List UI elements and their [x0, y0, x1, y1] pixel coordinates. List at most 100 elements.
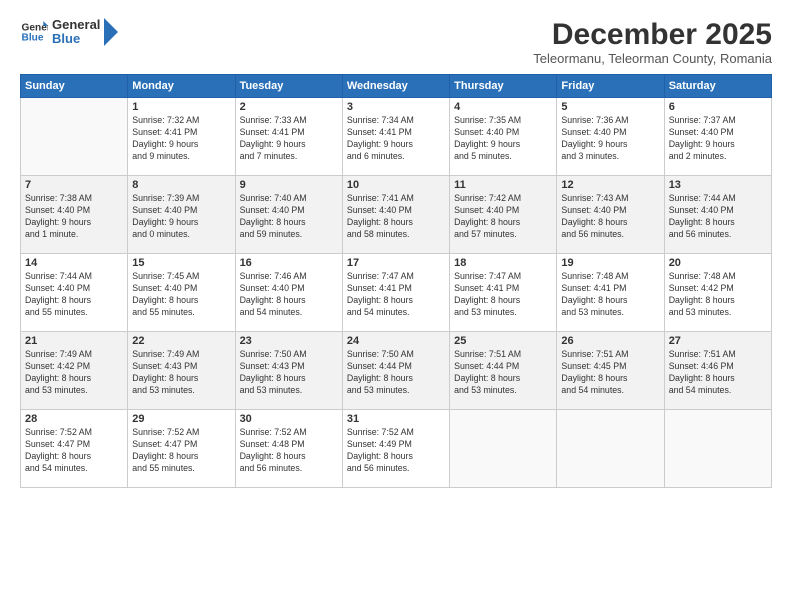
logo-arrow-icon [104, 18, 118, 46]
day-info: Sunrise: 7:42 AM Sunset: 4:40 PM Dayligh… [454, 193, 552, 241]
calendar-cell: 15 Sunrise: 7:45 AM Sunset: 4:40 PM Dayli… [128, 254, 235, 332]
calendar-cell: 4 Sunrise: 7:35 AM Sunset: 4:40 PM Daylig… [450, 98, 557, 176]
day-number: 1 [132, 101, 230, 113]
day-info: Sunrise: 7:51 AM Sunset: 4:45 PM Dayligh… [561, 349, 659, 397]
day-number: 14 [25, 257, 123, 269]
day-number: 6 [669, 101, 767, 113]
day-info: Sunrise: 7:41 AM Sunset: 4:40 PM Dayligh… [347, 193, 445, 241]
day-info: Sunrise: 7:50 AM Sunset: 4:43 PM Dayligh… [240, 349, 338, 397]
calendar-cell: 8 Sunrise: 7:39 AM Sunset: 4:40 PM Daylig… [128, 176, 235, 254]
day-number: 26 [561, 335, 659, 347]
calendar-cell: 27Sunrise: 7:51 AM Sunset: 4:46 PM Dayli… [664, 332, 771, 410]
day-number: 28 [25, 413, 123, 425]
day-info: Sunrise: 7:38 AM Sunset: 4:40 PM Dayligh… [25, 193, 123, 241]
calendar-header-friday: Friday [557, 75, 664, 98]
day-info: Sunrise: 7:44 AM Sunset: 4:40 PM Dayligh… [25, 271, 123, 319]
day-number: 8 [132, 179, 230, 191]
calendar-cell: 16Sunrise: 7:46 AM Sunset: 4:40 PM Dayli… [235, 254, 342, 332]
day-info: Sunrise: 7:50 AM Sunset: 4:44 PM Dayligh… [347, 349, 445, 397]
calendar-cell: 20 Sunrise: 7:48 AM Sunset: 4:42 PM Dayli… [664, 254, 771, 332]
day-number: 4 [454, 101, 552, 113]
day-number: 2 [240, 101, 338, 113]
title-block: December 2025 Teleormanu, Teleorman Coun… [533, 18, 772, 66]
calendar-header-sunday: Sunday [21, 75, 128, 98]
calendar-cell: 23 Sunrise: 7:50 AM Sunset: 4:43 PM Dayli… [235, 332, 342, 410]
day-number: 17 [347, 257, 445, 269]
calendar-week-4: 21 Sunrise: 7:49 AM Sunset: 4:42 PM Dayli… [21, 332, 772, 410]
calendar-cell: 3Sunrise: 7:34 AM Sunset: 4:41 PM Daylig… [342, 98, 449, 176]
day-number: 11 [454, 179, 552, 191]
day-info: Sunrise: 7:47 AM Sunset: 4:41 PM Dayligh… [454, 271, 552, 319]
day-info: Sunrise: 7:44 AM Sunset: 4:40 PM Dayligh… [669, 193, 767, 241]
day-number: 19 [561, 257, 659, 269]
day-number: 21 [25, 335, 123, 347]
calendar-cell [450, 410, 557, 488]
day-number: 23 [240, 335, 338, 347]
day-info: Sunrise: 7:51 AM Sunset: 4:46 PM Dayligh… [669, 349, 767, 397]
day-number: 18 [454, 257, 552, 269]
day-info: Sunrise: 7:52 AM Sunset: 4:48 PM Dayligh… [240, 427, 338, 475]
day-number: 9 [240, 179, 338, 191]
calendar-cell: 25 Sunrise: 7:51 AM Sunset: 4:44 PM Dayli… [450, 332, 557, 410]
day-info: Sunrise: 7:36 AM Sunset: 4:40 PM Dayligh… [561, 115, 659, 163]
calendar-header-monday: Monday [128, 75, 235, 98]
logo-general: General [52, 18, 100, 32]
calendar-cell: 18 Sunrise: 7:47 AM Sunset: 4:41 PM Dayli… [450, 254, 557, 332]
calendar-cell: 22Sunrise: 7:49 AM Sunset: 4:43 PM Dayli… [128, 332, 235, 410]
calendar-week-2: 7 Sunrise: 7:38 AM Sunset: 4:40 PM Daylig… [21, 176, 772, 254]
calendar-cell: 29 Sunrise: 7:52 AM Sunset: 4:47 PM Dayli… [128, 410, 235, 488]
day-number: 24 [347, 335, 445, 347]
calendar-cell: 14 Sunrise: 7:44 AM Sunset: 4:40 PM Dayli… [21, 254, 128, 332]
day-number: 25 [454, 335, 552, 347]
subtitle: Teleormanu, Teleorman County, Romania [533, 51, 772, 66]
day-info: Sunrise: 7:52 AM Sunset: 4:47 PM Dayligh… [132, 427, 230, 475]
day-info: Sunrise: 7:48 AM Sunset: 4:42 PM Dayligh… [669, 271, 767, 319]
day-number: 7 [25, 179, 123, 191]
day-number: 5 [561, 101, 659, 113]
day-number: 13 [669, 179, 767, 191]
day-number: 12 [561, 179, 659, 191]
day-info: Sunrise: 7:51 AM Sunset: 4:44 PM Dayligh… [454, 349, 552, 397]
day-number: 15 [132, 257, 230, 269]
calendar-cell: 9 Sunrise: 7:40 AM Sunset: 4:40 PM Daylig… [235, 176, 342, 254]
day-number: 20 [669, 257, 767, 269]
logo-icon: General Blue [20, 18, 48, 46]
day-info: Sunrise: 7:37 AM Sunset: 4:40 PM Dayligh… [669, 115, 767, 163]
calendar-header-tuesday: Tuesday [235, 75, 342, 98]
calendar-cell [557, 410, 664, 488]
calendar-week-5: 28 Sunrise: 7:52 AM Sunset: 4:47 PM Dayli… [21, 410, 772, 488]
calendar-week-1: 1 Sunrise: 7:32 AM Sunset: 4:41 PM Daylig… [21, 98, 772, 176]
calendar-cell [21, 98, 128, 176]
day-info: Sunrise: 7:32 AM Sunset: 4:41 PM Dayligh… [132, 115, 230, 163]
day-number: 22 [132, 335, 230, 347]
day-info: Sunrise: 7:47 AM Sunset: 4:41 PM Dayligh… [347, 271, 445, 319]
main-container: General Blue General Blue December 2025 … [0, 0, 792, 498]
day-number: 30 [240, 413, 338, 425]
calendar-header-saturday: Saturday [664, 75, 771, 98]
day-info: Sunrise: 7:45 AM Sunset: 4:40 PM Dayligh… [132, 271, 230, 319]
day-info: Sunrise: 7:34 AM Sunset: 4:41 PM Dayligh… [347, 115, 445, 163]
day-info: Sunrise: 7:40 AM Sunset: 4:40 PM Dayligh… [240, 193, 338, 241]
calendar-cell: 19 Sunrise: 7:48 AM Sunset: 4:41 PM Dayli… [557, 254, 664, 332]
day-number: 10 [347, 179, 445, 191]
calendar-header-wednesday: Wednesday [342, 75, 449, 98]
day-info: Sunrise: 7:43 AM Sunset: 4:40 PM Dayligh… [561, 193, 659, 241]
calendar-header-row: SundayMondayTuesdayWednesdayThursdayFrid… [21, 75, 772, 98]
calendar-cell: 13 Sunrise: 7:44 AM Sunset: 4:40 PM Dayli… [664, 176, 771, 254]
calendar-cell: 6 Sunrise: 7:37 AM Sunset: 4:40 PM Daylig… [664, 98, 771, 176]
calendar-cell: 2Sunrise: 7:33 AM Sunset: 4:41 PM Daylig… [235, 98, 342, 176]
day-number: 29 [132, 413, 230, 425]
calendar-cell: 26 Sunrise: 7:51 AM Sunset: 4:45 PM Dayli… [557, 332, 664, 410]
calendar-cell: 21 Sunrise: 7:49 AM Sunset: 4:42 PM Dayli… [21, 332, 128, 410]
day-info: Sunrise: 7:48 AM Sunset: 4:41 PM Dayligh… [561, 271, 659, 319]
day-info: Sunrise: 7:39 AM Sunset: 4:40 PM Dayligh… [132, 193, 230, 241]
day-info: Sunrise: 7:52 AM Sunset: 4:49 PM Dayligh… [347, 427, 445, 475]
month-title: December 2025 [533, 18, 772, 51]
calendar-cell: 5 Sunrise: 7:36 AM Sunset: 4:40 PM Daylig… [557, 98, 664, 176]
day-number: 16 [240, 257, 338, 269]
logo: General Blue General Blue [20, 18, 118, 47]
day-info: Sunrise: 7:35 AM Sunset: 4:40 PM Dayligh… [454, 115, 552, 163]
calendar-cell [664, 410, 771, 488]
day-info: Sunrise: 7:49 AM Sunset: 4:42 PM Dayligh… [25, 349, 123, 397]
calendar-week-3: 14 Sunrise: 7:44 AM Sunset: 4:40 PM Dayli… [21, 254, 772, 332]
